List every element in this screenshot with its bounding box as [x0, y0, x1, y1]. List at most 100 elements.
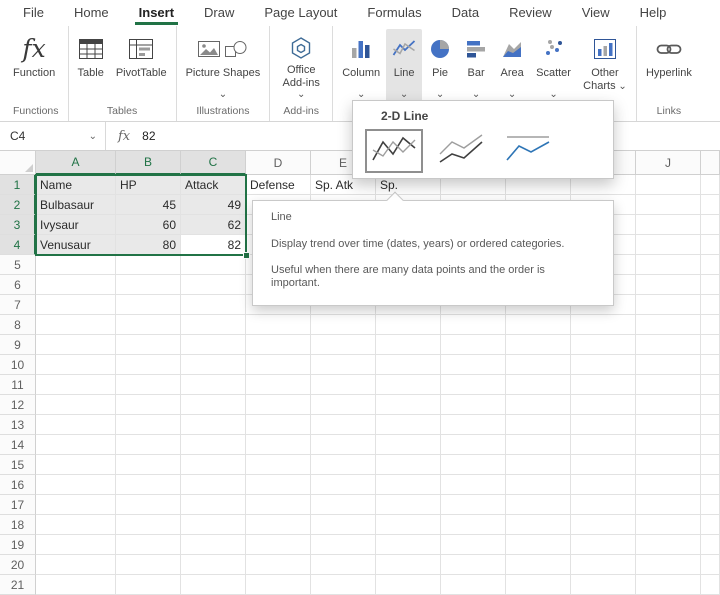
cell-J20[interactable] [636, 555, 701, 575]
cell-F12[interactable] [376, 395, 441, 415]
row-header-13[interactable]: 13 [0, 415, 36, 435]
cell-F16[interactable] [376, 475, 441, 495]
cell-A11[interactable] [36, 375, 116, 395]
row-header-18[interactable]: 18 [0, 515, 36, 535]
cell-A14[interactable] [36, 435, 116, 455]
row-header-12[interactable]: 12 [0, 395, 36, 415]
cell-A7[interactable] [36, 295, 116, 315]
cell-D11[interactable] [246, 375, 311, 395]
area-chart-button[interactable]: Area⌄ [494, 29, 530, 103]
row-header-4[interactable]: 4 [0, 235, 36, 255]
cell-A5[interactable] [36, 255, 116, 275]
cell-A8[interactable] [36, 315, 116, 335]
row-header-20[interactable]: 20 [0, 555, 36, 575]
cell-D14[interactable] [246, 435, 311, 455]
cell-C13[interactable] [181, 415, 246, 435]
row-header-16[interactable]: 16 [0, 475, 36, 495]
cell-D17[interactable] [246, 495, 311, 515]
cell-A4[interactable]: Venusaur [36, 235, 116, 255]
cell-H20[interactable] [506, 555, 571, 575]
cell-C17[interactable] [181, 495, 246, 515]
other-charts-button[interactable]: Other Charts ⌄ [577, 29, 633, 103]
cell-F18[interactable] [376, 515, 441, 535]
cell-B16[interactable] [116, 475, 181, 495]
cell-A16[interactable] [36, 475, 116, 495]
cell-E8[interactable] [311, 315, 376, 335]
cell-I10[interactable] [571, 355, 636, 375]
cell-B15[interactable] [116, 455, 181, 475]
row-header-21[interactable]: 21 [0, 575, 36, 595]
table-button[interactable]: Table [72, 29, 110, 103]
cell-E18[interactable] [311, 515, 376, 535]
cell-C5[interactable] [181, 255, 246, 275]
cell-B19[interactable] [116, 535, 181, 555]
cell-B10[interactable] [116, 355, 181, 375]
row-header-5[interactable]: 5 [0, 255, 36, 275]
cell-J7[interactable] [636, 295, 701, 315]
cell-D18[interactable] [246, 515, 311, 535]
row-header-19[interactable]: 19 [0, 535, 36, 555]
chart-type-option-stacked-line[interactable] [432, 129, 490, 173]
cell-C12[interactable] [181, 395, 246, 415]
cell-A21[interactable] [36, 575, 116, 595]
cell-D13[interactable] [246, 415, 311, 435]
cell-E13[interactable] [311, 415, 376, 435]
cell-I20[interactable] [571, 555, 636, 575]
cell-D1[interactable]: Defense [246, 175, 311, 195]
cell-C18[interactable] [181, 515, 246, 535]
ribbon-tab-review[interactable]: Review [494, 0, 567, 26]
cell-G16[interactable] [441, 475, 506, 495]
cell-E15[interactable] [311, 455, 376, 475]
cell-F20[interactable] [376, 555, 441, 575]
ribbon-tab-page-layout[interactable]: Page Layout [249, 0, 352, 26]
ribbon-tab-formulas[interactable]: Formulas [352, 0, 436, 26]
ribbon-tab-view[interactable]: View [567, 0, 625, 26]
cell-B8[interactable] [116, 315, 181, 335]
cell-D9[interactable] [246, 335, 311, 355]
cell-C6[interactable] [181, 275, 246, 295]
cell-I14[interactable] [571, 435, 636, 455]
ribbon-tab-file[interactable]: File [8, 0, 59, 26]
row-header-1[interactable]: 1 [0, 175, 36, 195]
cell-H12[interactable] [506, 395, 571, 415]
cell-H9[interactable] [506, 335, 571, 355]
cell-J21[interactable] [636, 575, 701, 595]
row-header-9[interactable]: 9 [0, 335, 36, 355]
cell-B9[interactable] [116, 335, 181, 355]
cell-J4[interactable] [636, 235, 701, 255]
cell-J9[interactable] [636, 335, 701, 355]
cell-H16[interactable] [506, 475, 571, 495]
cell-H10[interactable] [506, 355, 571, 375]
cell-B13[interactable] [116, 415, 181, 435]
cell-F19[interactable] [376, 535, 441, 555]
column-header-j[interactable]: J [636, 151, 701, 175]
cell-F8[interactable] [376, 315, 441, 335]
cell-B14[interactable] [116, 435, 181, 455]
cell-B20[interactable] [116, 555, 181, 575]
cell-J14[interactable] [636, 435, 701, 455]
column-header-a[interactable]: A [36, 151, 116, 175]
cell-G21[interactable] [441, 575, 506, 595]
cell-J16[interactable] [636, 475, 701, 495]
cell-A2[interactable]: Bulbasaur [36, 195, 116, 215]
cell-A18[interactable] [36, 515, 116, 535]
cell-B1[interactable]: HP [116, 175, 181, 195]
cell-H21[interactable] [506, 575, 571, 595]
cell-E19[interactable] [311, 535, 376, 555]
cell-D15[interactable] [246, 455, 311, 475]
cell-D10[interactable] [246, 355, 311, 375]
cell-J13[interactable] [636, 415, 701, 435]
cell-J8[interactable] [636, 315, 701, 335]
cell-J15[interactable] [636, 455, 701, 475]
cell-E11[interactable] [311, 375, 376, 395]
cell-I19[interactable] [571, 535, 636, 555]
cell-E17[interactable] [311, 495, 376, 515]
column-header-d[interactable]: D [246, 151, 311, 175]
row-header-2[interactable]: 2 [0, 195, 36, 215]
cell-D20[interactable] [246, 555, 311, 575]
cell-C10[interactable] [181, 355, 246, 375]
cell-I21[interactable] [571, 575, 636, 595]
cell-J10[interactable] [636, 355, 701, 375]
name-box[interactable]: C4 ⌄ [0, 122, 106, 150]
cell-E10[interactable] [311, 355, 376, 375]
